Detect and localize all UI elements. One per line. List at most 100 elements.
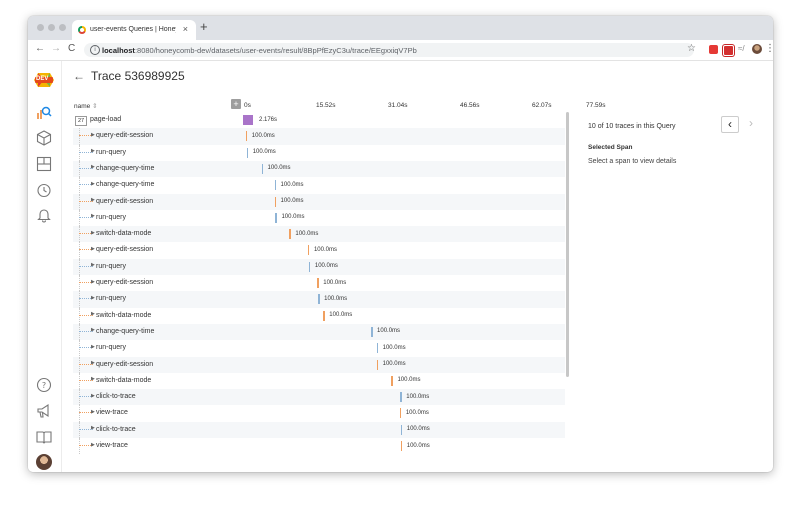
span-duration-bar[interactable] (245, 131, 248, 142)
span-duration-bar[interactable] (308, 261, 311, 272)
new-tab-button[interactable]: + (200, 19, 208, 34)
span-name: click-to-trace (96, 425, 136, 433)
span-duration-label: 100.0ms (382, 344, 406, 351)
span-row[interactable]: ▶ query-edit-session 100.0ms (73, 275, 565, 292)
span-row[interactable]: ▶ switch-data-mode 100.0ms (73, 372, 565, 390)
user-avatar[interactable] (36, 454, 52, 470)
docs-book-icon[interactable] (36, 429, 52, 445)
selected-span-label: Selected Span (588, 144, 633, 151)
span-duration-bar[interactable] (323, 310, 325, 321)
span-row[interactable]: ▶ query-edit-session 100.0ms (73, 128, 565, 145)
span-duration-bar[interactable] (274, 196, 277, 207)
triggers-bell-icon[interactable] (36, 207, 52, 223)
span-duration-bar[interactable] (289, 229, 291, 240)
span-duration-bar[interactable] (307, 245, 310, 256)
dev-logo[interactable]: DEV (32, 71, 56, 89)
timeline-tick-label: 62.07s (532, 102, 552, 109)
zoom-window-dot[interactable] (59, 24, 66, 31)
history-icon[interactable] (36, 182, 52, 198)
span-duration-bar[interactable] (371, 326, 373, 337)
span-name: change-query-time (96, 164, 155, 172)
back-icon[interactable]: ← (35, 43, 45, 54)
reload-icon[interactable]: C (68, 43, 75, 54)
trace-title: Trace 536989925 (91, 69, 185, 83)
browser-tab[interactable]: user-events Queries | Honeyc × (72, 20, 196, 40)
span-row[interactable]: ▶ run-query 100.0ms (73, 144, 565, 161)
extension-sig-icon[interactable]: ≈/ (738, 44, 745, 53)
span-name: run-query (96, 148, 126, 156)
child-count-badge[interactable]: 27 (75, 115, 87, 126)
span-duration-bar[interactable] (261, 163, 264, 174)
span-duration-bar[interactable] (399, 408, 402, 419)
minimize-window-dot[interactable] (48, 24, 55, 31)
span-row[interactable]: ▶ run-query 100.0ms (73, 209, 565, 227)
profile-avatar-icon[interactable] (752, 44, 762, 54)
previous-trace-button[interactable]: ‹ (721, 116, 739, 133)
tree-arrow-icon: ▶ (91, 197, 95, 203)
span-row[interactable]: ▶ switch-data-mode 100.0ms (73, 307, 565, 324)
close-window-dot[interactable] (37, 24, 44, 31)
browser-menu-icon[interactable]: ⋮ (765, 43, 773, 54)
tree-arrow-icon: ▶ (91, 343, 95, 350)
app-sidebar: DEV ? (28, 61, 62, 472)
span-row[interactable]: ▶ run-query 100.0ms (73, 291, 565, 308)
dataset-cube-icon[interactable] (36, 130, 52, 146)
scrollbar[interactable] (565, 112, 571, 462)
tree-arrow-icon: ▶ (91, 245, 95, 252)
span-row[interactable]: ▶ view-trace 100.0ms (73, 405, 565, 422)
span-row[interactable]: ▶ click-to-trace 100.0ms (73, 389, 565, 406)
span-name: run-query (96, 262, 126, 270)
span-row[interactable]: ▶ run-query 100.0ms (73, 258, 565, 275)
span-duration-bar[interactable] (400, 392, 402, 403)
span-name: view-trace (96, 409, 128, 417)
span-duration-label: 100.0ms (405, 409, 429, 416)
name-column-header[interactable]: name ⇕ (74, 102, 98, 110)
span-duration-bar[interactable] (246, 147, 249, 158)
sort-icon[interactable]: ⇕ (92, 103, 97, 110)
help-icon[interactable]: ? (36, 377, 52, 393)
span-row[interactable]: ▶ query-edit-session 100.0ms (73, 193, 565, 210)
span-row[interactable]: ▶ change-query-time 100.0ms (73, 177, 565, 194)
scrollbar-thumb[interactable] (566, 112, 569, 377)
span-duration-bar[interactable] (317, 278, 319, 288)
span-row[interactable]: ▶ click-to-trace 100.0ms (73, 421, 565, 438)
span-duration-bar[interactable] (391, 375, 393, 386)
span-duration-bar[interactable] (400, 441, 403, 451)
tab-strip: user-events Queries | Honeyc × + (28, 16, 773, 40)
expand-all-button[interactable]: + (231, 99, 241, 109)
tree-arrow-icon: ▶ (91, 311, 95, 318)
browser-window: user-events Queries | Honeyc × + ← → C i… (28, 16, 773, 472)
span-row[interactable]: ▶ change-query-time 100.0ms (73, 160, 565, 178)
span-name: switch-data-mode (96, 376, 152, 384)
back-arrow-icon[interactable]: ← (73, 69, 85, 83)
forward-icon[interactable]: → (51, 43, 61, 54)
span-row[interactable]: ▶ switch-data-mode 100.0ms (73, 226, 565, 243)
span-row[interactable]: ▶ query-edit-session 100.0ms (73, 356, 565, 373)
span-row[interactable]: ▶ run-query 100.0ms (73, 340, 565, 357)
span-duration-bar[interactable] (400, 424, 403, 435)
span-row[interactable]: ▶ query-edit-session 100.0ms (73, 242, 565, 259)
span-duration-label: 100.0ms (280, 198, 304, 204)
extension-red-icon[interactable] (709, 45, 718, 54)
query-icon[interactable] (36, 105, 52, 121)
tree-arrow-icon: ▶ (91, 131, 95, 138)
bookmark-star-icon[interactable]: ☆ (687, 43, 696, 54)
info-icon[interactable]: i (90, 45, 100, 55)
boards-icon[interactable] (36, 156, 52, 172)
span-duration-bar[interactable] (376, 343, 379, 354)
span-row-root[interactable]: 27 page-load 2.176s (73, 112, 565, 128)
announcements-icon[interactable] (36, 403, 52, 419)
span-row[interactable]: ▶ view-trace 100.0ms (73, 438, 565, 455)
address-bar[interactable]: i localhost:8080/honeycomb-dev/datasets/… (84, 43, 696, 57)
tree-arrow-icon: ▶ (91, 262, 95, 269)
span-duration-bar[interactable] (376, 359, 379, 370)
tab-close-icon[interactable]: × (183, 24, 188, 34)
chrome-favicon-icon (78, 26, 86, 34)
span-duration-bar[interactable] (243, 115, 254, 125)
extension-save-icon[interactable] (723, 45, 734, 56)
span-duration-bar[interactable] (275, 212, 277, 223)
span-row[interactable]: ▶ change-query-time 100.0ms (73, 323, 565, 341)
next-trace-button[interactable]: › (745, 116, 757, 131)
span-duration-bar[interactable] (318, 294, 320, 305)
span-duration-bar[interactable] (274, 180, 277, 191)
